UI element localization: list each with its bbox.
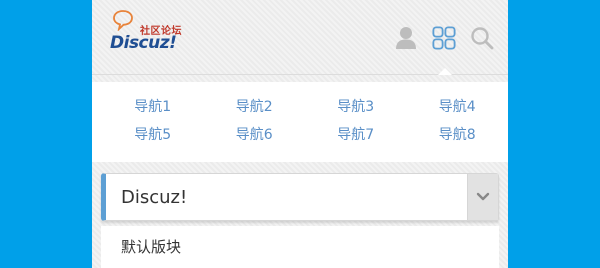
- nav-item-7[interactable]: 导航7: [305, 126, 407, 145]
- grid-icon[interactable]: [432, 25, 456, 51]
- forum-select-toggle[interactable]: [467, 174, 498, 220]
- header-actions: [394, 25, 494, 51]
- nav-item-8[interactable]: 导航8: [407, 126, 509, 145]
- nav-item-5[interactable]: 导航5: [102, 126, 204, 145]
- nav-item-3[interactable]: 导航3: [305, 98, 407, 117]
- search-icon[interactable]: [470, 25, 494, 51]
- nav-item-1[interactable]: 导航1: [102, 98, 204, 117]
- forum-select-value: Discuz!: [121, 187, 188, 208]
- nav-item-4[interactable]: 导航4: [407, 98, 509, 117]
- forum-option-default[interactable]: 默认版块: [121, 236, 181, 257]
- user-icon[interactable]: [394, 25, 418, 51]
- header: 社区论坛 Discuz!: [92, 0, 508, 75]
- nav-panel: 导航1 导航2 导航3 导航4 导航5 导航6 导航7 导航8: [92, 82, 508, 162]
- logo-bubble-icon: [113, 10, 133, 31]
- nav-grid: 导航1 导航2 导航3 导航4 导航5 导航6 导航7 导航8: [92, 82, 508, 145]
- forum-dropdown-list: 默认版块: [101, 226, 499, 268]
- nav-item-2[interactable]: 导航2: [204, 98, 306, 117]
- nav-item-6[interactable]: 导航6: [204, 126, 306, 145]
- site-logo[interactable]: 社区论坛 Discuz!: [110, 9, 188, 53]
- nav-pointer: [438, 68, 452, 75]
- chevron-down-icon: [476, 192, 490, 201]
- mobile-page: 社区论坛 Discuz! 导航1 导航2 导航3 导航4 导航5 导航6 导航7…: [92, 0, 508, 268]
- logo-brand: Discuz!: [110, 33, 177, 53]
- forum-select[interactable]: Discuz!: [101, 173, 499, 221]
